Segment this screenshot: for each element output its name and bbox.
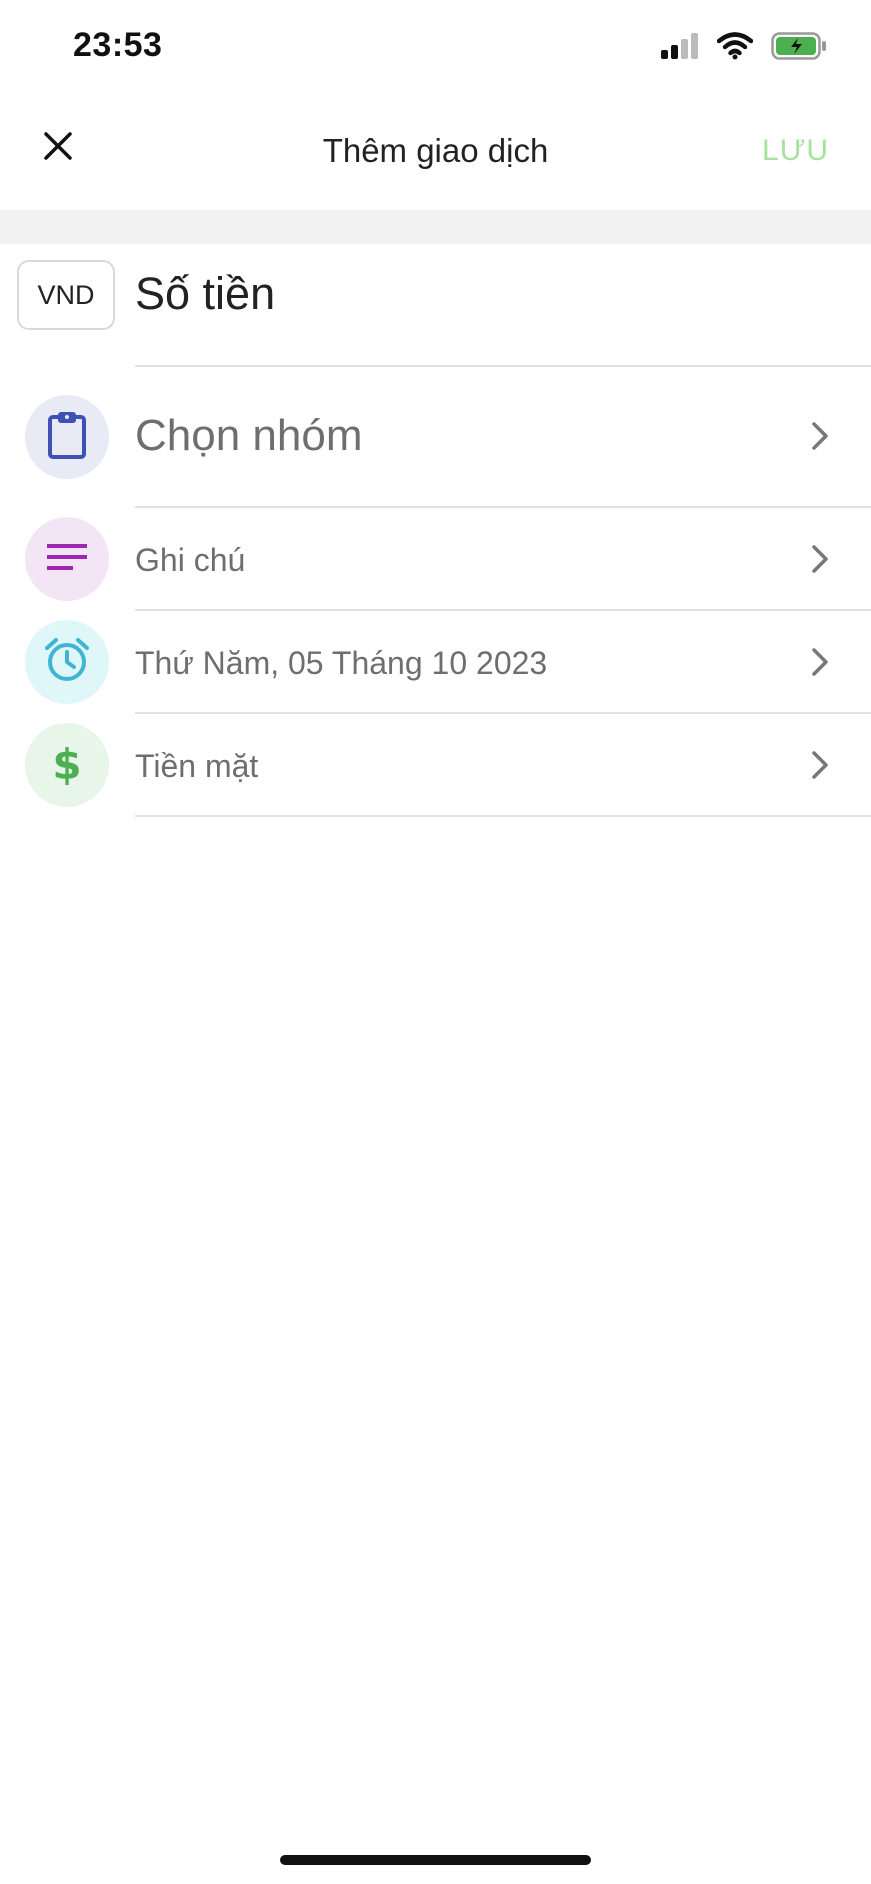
chevron-right-icon	[809, 750, 831, 780]
currency-button[interactable]: VND	[17, 260, 115, 330]
notes-lines-icon	[47, 542, 87, 577]
amount-row: VND Số tiền	[0, 244, 871, 366]
signal-icon	[661, 32, 699, 64]
wifi-icon	[716, 31, 754, 65]
category-icon-circle	[25, 395, 109, 479]
header: Thêm giao dịch LƯU	[0, 100, 871, 210]
save-button[interactable]: LƯU	[762, 134, 829, 168]
chevron-right-icon	[809, 421, 831, 451]
amount-input[interactable]: Số tiền	[135, 268, 275, 320]
alarm-clock-icon	[44, 637, 90, 688]
status-icons	[661, 30, 827, 66]
note-row[interactable]: Ghi chú	[0, 508, 871, 610]
divider	[135, 815, 871, 817]
note-label: Ghi chú	[135, 542, 246, 578]
battery-charging-icon	[771, 31, 827, 65]
status-time: 23:53	[73, 26, 163, 64]
section-separator	[0, 210, 871, 244]
date-label: Thứ Năm, 05 Tháng 10 2023	[135, 645, 548, 681]
home-indicator[interactable]	[280, 1855, 591, 1865]
wallet-icon-circle: $	[25, 723, 109, 807]
wallet-label: Tiền mặt	[135, 748, 259, 784]
dollar-icon: $	[52, 740, 82, 789]
category-label: Chọn nhóm	[135, 411, 363, 460]
chevron-right-icon	[809, 544, 831, 574]
wallet-row[interactable]: $ Tiền mặt	[0, 714, 871, 816]
clipboard-icon	[47, 411, 87, 464]
date-row[interactable]: Thứ Năm, 05 Tháng 10 2023	[0, 611, 871, 713]
page-title: Thêm giao dịch	[322, 132, 549, 169]
note-icon-circle	[25, 517, 109, 601]
chevron-right-icon	[809, 647, 831, 677]
status-bar: 23:53	[0, 0, 871, 100]
date-icon-circle	[25, 620, 109, 704]
category-row[interactable]: Chọn nhóm	[0, 367, 871, 507]
